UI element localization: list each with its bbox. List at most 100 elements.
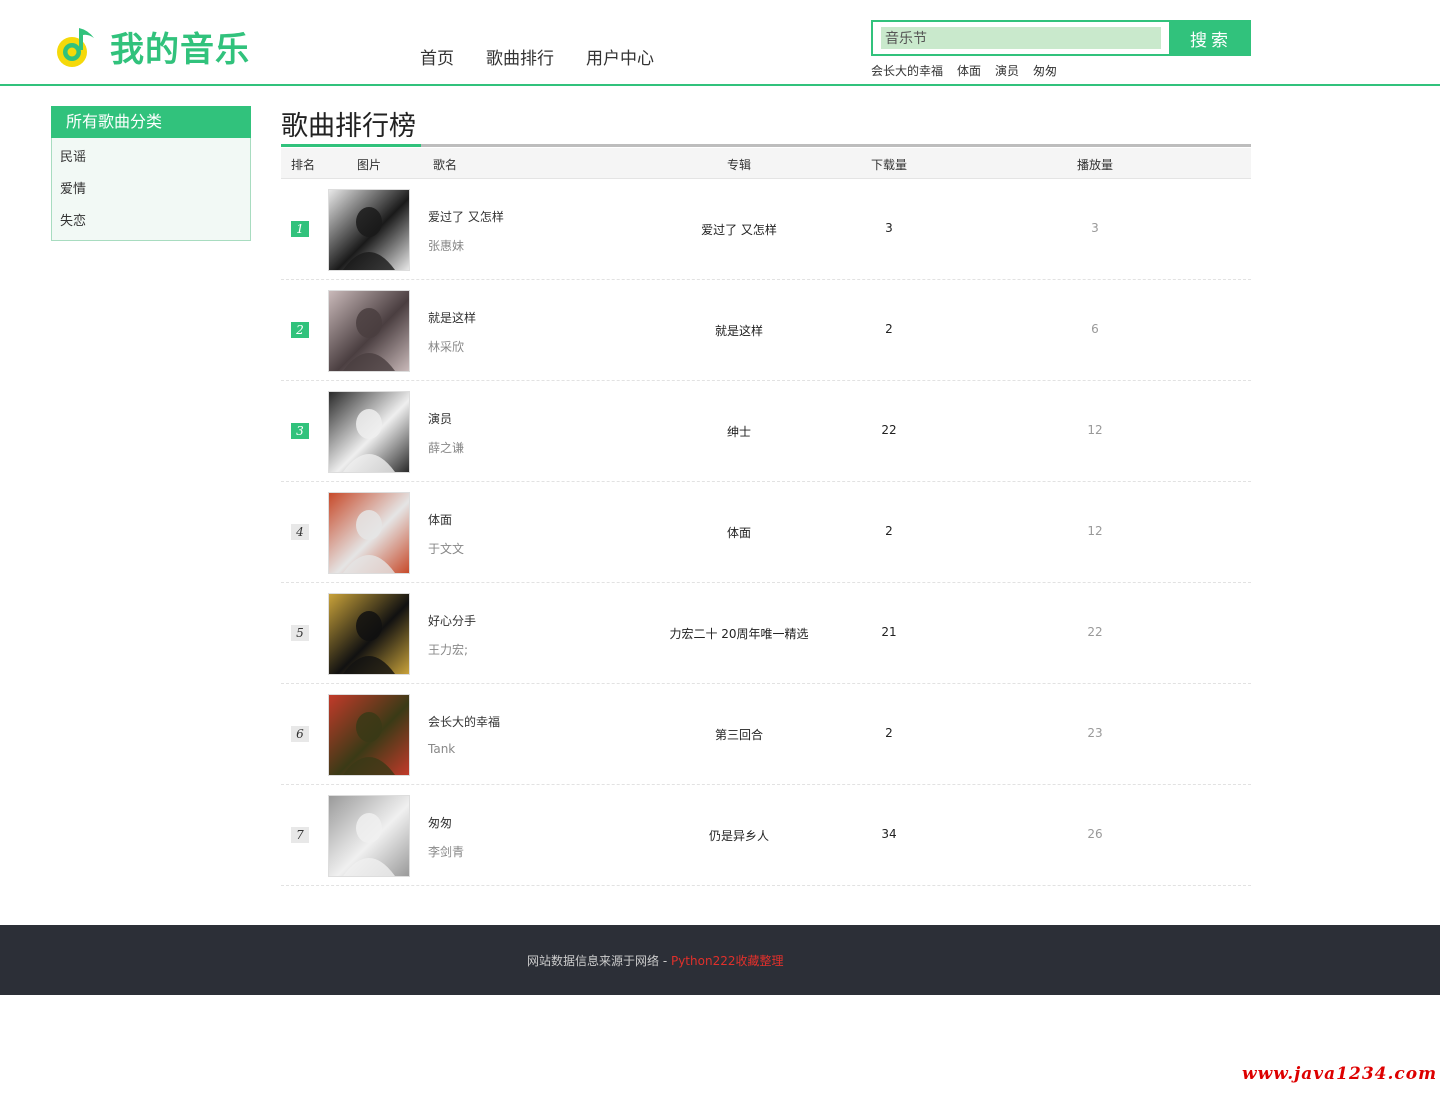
download-count: 3 bbox=[885, 221, 893, 235]
nav-home[interactable]: 首页 bbox=[420, 44, 454, 69]
title-wrap: 歌曲排行榜 bbox=[281, 100, 1251, 148]
col-album: 专辑 bbox=[727, 158, 752, 172]
col-plays: 播放量 bbox=[1077, 158, 1114, 172]
nav-song-ranking[interactable]: 歌曲排行 bbox=[486, 44, 554, 69]
hot-keyword[interactable]: 演员 bbox=[995, 62, 1019, 79]
album-name: 第三回合 bbox=[714, 728, 763, 742]
page-title: 歌曲排行榜 bbox=[281, 111, 416, 142]
watermark: www.java1234.com bbox=[1242, 1064, 1438, 1084]
category-item-love[interactable]: 爱情 bbox=[52, 174, 250, 206]
album-name: 力宏二十 20周年唯一精选 bbox=[669, 627, 809, 641]
category-item-folk[interactable]: 民谣 bbox=[52, 142, 250, 174]
play-count: 26 bbox=[1087, 827, 1103, 841]
main-nav: 首页 歌曲排行 用户中心 bbox=[420, 44, 686, 69]
play-count: 12 bbox=[1087, 423, 1103, 437]
cover-art-icon bbox=[343, 409, 395, 472]
download-count: 2 bbox=[885, 322, 893, 336]
hot-keyword[interactable]: 匆匆 bbox=[1033, 62, 1057, 79]
table-row: 7 匆匆李剑青 仍是异乡人 34 26 bbox=[281, 785, 1251, 886]
album-cover[interactable] bbox=[328, 694, 410, 776]
table-row: 5 好心分手王力宏; 力宏二十 20周年唯一精选 21 22 bbox=[281, 583, 1251, 684]
nav-user-center[interactable]: 用户中心 bbox=[586, 44, 654, 69]
album-cover[interactable] bbox=[328, 391, 410, 473]
rank-badge: 5 bbox=[291, 625, 309, 641]
ranking-rows: 1 爱过了 又怎样 张惠妹 爱过了 又怎样 3 3 2 就是这样 林采欣 就是这样 2 6 3 演员 薛之谦… bbox=[281, 179, 1251, 886]
footer-text: 网站数据信息来源于网络 - Python222收藏整理 bbox=[527, 952, 783, 969]
singer-name: 林采欣 bbox=[428, 340, 465, 354]
table-row: 6 会长大的幸福 Tank 第三回合 2 23 bbox=[281, 684, 1251, 785]
table-row: 1 爱过了 又怎样 张惠妹 爱过了 又怎样 3 3 bbox=[281, 179, 1251, 280]
song-name[interactable]: 匆匆 bbox=[428, 814, 452, 831]
music-note-icon bbox=[57, 28, 94, 67]
play-count: 12 bbox=[1087, 524, 1103, 538]
cover-art-icon bbox=[343, 712, 395, 775]
rank-badge: 1 bbox=[291, 221, 309, 237]
search-box bbox=[871, 20, 1171, 56]
col-song: 歌名 bbox=[433, 158, 458, 172]
logo[interactable]: 我的音乐 bbox=[52, 22, 250, 70]
download-count: 2 bbox=[885, 726, 893, 740]
song-name[interactable]: 会长大的幸福 bbox=[428, 713, 500, 730]
title-divider bbox=[281, 144, 1251, 147]
site-footer: 网站数据信息来源于网络 - Python222收藏整理 bbox=[0, 925, 1440, 995]
rank-badge: 2 bbox=[291, 322, 309, 338]
singer-name: 王力宏; bbox=[428, 643, 469, 657]
download-count: 22 bbox=[881, 423, 897, 437]
category-item-heartbreak[interactable]: 失恋 bbox=[52, 206, 250, 238]
play-count: 6 bbox=[1091, 322, 1099, 336]
search-button[interactable]: 搜索 bbox=[1171, 20, 1251, 56]
play-count: 23 bbox=[1087, 726, 1103, 740]
download-count: 34 bbox=[881, 827, 897, 841]
play-count: 3 bbox=[1091, 221, 1099, 235]
table-row: 3 演员薛之谦 绅士 22 12 bbox=[281, 381, 1251, 482]
album-cover[interactable] bbox=[328, 492, 410, 574]
table-row: 2 就是这样林采欣 就是这样 2 6 bbox=[281, 280, 1251, 381]
download-count: 2 bbox=[885, 524, 893, 538]
singer-name: 李剑青 bbox=[428, 845, 465, 859]
table-row: 4 体面于文文 体面 2 12 bbox=[281, 482, 1251, 583]
download-count: 21 bbox=[881, 625, 897, 639]
cover-art-icon bbox=[343, 510, 395, 573]
category-list: 民谣 爱情 失恋 bbox=[51, 138, 251, 241]
album-name: 就是这样 bbox=[714, 324, 763, 338]
site-header: 我的音乐 首页 歌曲排行 用户中心 搜索 会长大的幸福 体面 演员 匆匆 bbox=[0, 0, 1440, 86]
hot-keyword[interactable]: 会长大的幸福 bbox=[871, 62, 943, 79]
album-name: 爱过了 又怎样 bbox=[701, 223, 777, 237]
cover-art-icon bbox=[343, 207, 395, 270]
title-accent-bar bbox=[281, 144, 421, 147]
song-name[interactable]: 好心分手 bbox=[428, 612, 476, 629]
album-name: 绅士 bbox=[726, 425, 751, 439]
rank-badge: 3 bbox=[291, 423, 309, 439]
hot-keywords: 会长大的幸福 体面 演员 匆匆 bbox=[871, 62, 1071, 79]
album-cover[interactable] bbox=[328, 593, 410, 675]
song-name[interactable]: 爱过了 又怎样 bbox=[428, 208, 504, 225]
album-cover[interactable] bbox=[328, 290, 410, 372]
sidebar-title: 所有歌曲分类 bbox=[51, 106, 251, 138]
ranking-main: 歌曲排行榜 排名 图片 歌名 专辑 下载量 播放量 1 爱过了 又怎样 张惠妹 爱过了… bbox=[281, 100, 1251, 886]
footer-note: 网站数据信息来源于网络 - bbox=[527, 954, 671, 968]
album-name: 仍是异乡人 bbox=[708, 829, 769, 843]
album-name: 体面 bbox=[726, 526, 751, 540]
song-name[interactable]: 体面 bbox=[428, 511, 452, 528]
rank-badge: 6 bbox=[291, 726, 309, 742]
singer-name: Tank bbox=[428, 742, 456, 756]
song-name[interactable]: 演员 bbox=[428, 410, 452, 427]
search-input[interactable] bbox=[881, 27, 1161, 49]
singer-name: 于文文 bbox=[428, 542, 465, 556]
rank-badge: 7 bbox=[291, 827, 309, 843]
table-header: 排名 图片 歌名 专辑 下载量 播放量 bbox=[281, 148, 1251, 179]
col-image: 图片 bbox=[357, 158, 382, 172]
cover-art-icon bbox=[343, 813, 395, 876]
song-name[interactable]: 就是这样 bbox=[428, 309, 476, 326]
footer-link[interactable]: Python222收藏整理 bbox=[671, 954, 784, 968]
singer-name: 薛之谦 bbox=[428, 441, 465, 455]
col-downloads: 下载量 bbox=[871, 158, 908, 172]
logo-text: 我的音乐 bbox=[110, 29, 250, 70]
rank-badge: 4 bbox=[291, 524, 309, 540]
hot-keyword[interactable]: 体面 bbox=[957, 62, 981, 79]
album-cover[interactable] bbox=[328, 189, 410, 271]
play-count: 22 bbox=[1087, 625, 1103, 639]
category-sidebar: 所有歌曲分类 民谣 爱情 失恋 bbox=[51, 106, 251, 241]
cover-art-icon bbox=[343, 308, 395, 371]
album-cover[interactable] bbox=[328, 795, 410, 877]
